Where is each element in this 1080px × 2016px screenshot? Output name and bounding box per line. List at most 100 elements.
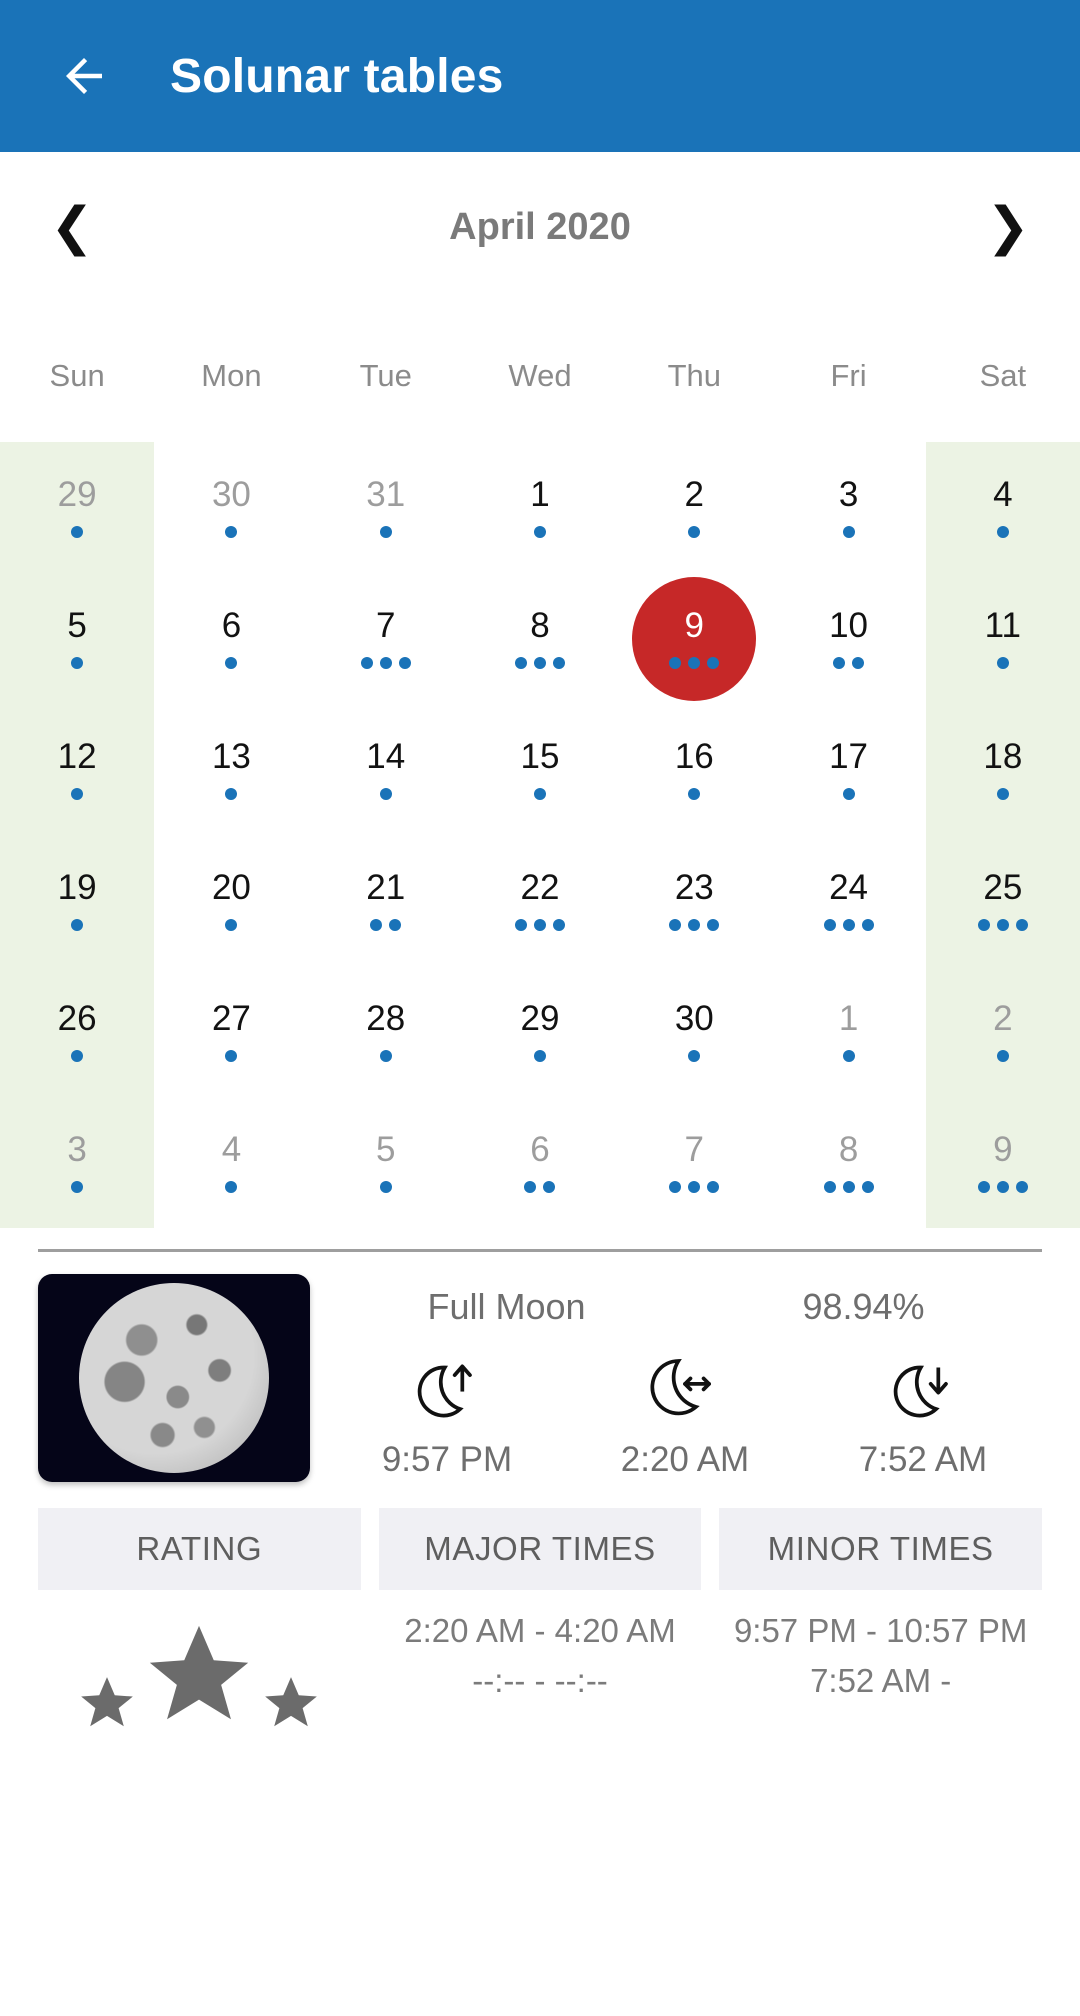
calendar-day-cell[interactable]: 4 [925,442,1080,573]
calendar-day-cell[interactable]: 2 [617,442,771,573]
activity-dots [225,918,238,932]
activity-dot [533,1049,546,1062]
activity-dot [707,656,720,669]
weekday-label-tue: Tue [359,358,412,393]
star-icon [150,1625,249,1720]
activity-dot [996,656,1009,669]
calendar-day-cell[interactable]: 14 [309,704,463,835]
calendar-day-cell[interactable]: 31 [309,442,463,573]
calendar-day-cell[interactable]: 21 [309,835,463,966]
calendar-day-cell[interactable]: 10 [771,573,925,704]
calendar-day-cell[interactable]: 7 [617,1097,771,1228]
calendar-day-cell[interactable]: 30 [617,966,771,1097]
minor-time-row: 7:52 AM - [810,1662,952,1700]
day-number: 24 [829,867,869,907]
calendar-day-cell[interactable]: 25 [925,835,1080,966]
moon-illumination-value: 98.94% [802,1286,925,1327]
day-number: 5 [375,1129,396,1169]
month-switcher: ❮ April 2020 ❯ [0,162,1080,292]
solunar-tables: RATING MAJOR TIMES 2:20 AM - 4:20 AM --:… [0,1482,1080,1734]
rating-column: RATING [38,1508,361,1734]
day-number: 9 [993,1129,1013,1169]
calendar-day-cell[interactable]: 2 [925,966,1080,1097]
activity-dot [379,656,392,669]
calendar-day-cell[interactable]: 18 [925,704,1080,835]
next-month-button[interactable]: ❯ [978,201,1038,253]
calendar-day-cell[interactable]: 28 [309,966,463,1097]
moon-info-section: Full Moon 98.94% 9:57 PM 2:20 AM 7:52 AM [0,1252,1080,1482]
calendar-day-cell[interactable]: 6 [154,573,308,704]
calendar-day-cell[interactable]: 9 [617,573,771,704]
activity-dot [514,656,527,669]
calendar-day-cell[interactable]: 15 [463,704,617,835]
activity-dot [389,918,402,931]
calendar-day-cell[interactable]: 8 [463,573,617,704]
day-number: 25 [983,867,1023,907]
calendar-day-cell[interactable]: 13 [154,704,308,835]
day-number: 29 [520,998,560,1038]
calendar-day-cell[interactable]: 4 [154,1097,308,1228]
calendar-day-cell[interactable]: 26 [0,966,155,1097]
calendar-day-cell[interactable]: 20 [154,835,308,966]
moon-disc [79,1283,269,1473]
calendar-day-cell[interactable]: 29 [0,442,155,573]
calendar-day-cell[interactable]: 24 [771,835,925,966]
activity-dots [688,787,701,801]
activity-dots [533,1049,546,1063]
calendar-day-cell[interactable]: 9 [925,1097,1080,1228]
calendar-day-cell[interactable]: 30 [154,442,308,573]
calendar-day-cell[interactable]: 12 [0,704,155,835]
calendar-day-cell[interactable]: 5 [309,1097,463,1228]
moonrise-time: 9:57 PM [381,1440,513,1479]
activity-dot [861,1180,874,1193]
day-number: 31 [366,474,406,514]
activity-dots [842,525,855,539]
day-number: 15 [520,736,560,776]
activity-dot [71,787,84,800]
calendar-day-cell[interactable]: 6 [463,1097,617,1228]
calendar-day-cell[interactable]: 5 [0,573,155,704]
activity-dot [543,1180,556,1193]
calendar-day-cell[interactable]: 19 [0,835,155,966]
prev-month-button[interactable]: ❮ [42,201,102,253]
activity-dots [977,918,1028,932]
moonrise-block: 9:57 PM [328,1350,566,1480]
activity-dot [707,918,720,931]
calendar-day-cell[interactable]: 3 [0,1097,155,1228]
day-number: 11 [984,605,1022,645]
weekday-label-fri: Fri [830,358,867,393]
calendar-day-cell[interactable]: 11 [925,573,1080,704]
activity-dots [977,1180,1028,1194]
activity-dot [370,918,383,931]
calendar-day-cell[interactable]: 16 [617,704,771,835]
activity-dot [379,787,392,800]
day-number: 4 [993,474,1013,514]
calendar-day-cell[interactable]: 22 [463,835,617,966]
back-button[interactable] [48,40,120,112]
calendar-day-cell[interactable]: 1 [463,442,617,573]
calendar-day-cell[interactable]: 17 [771,704,925,835]
calendar-day-cell[interactable]: 3 [771,442,925,573]
calendar-day-cell[interactable]: 1 [771,966,925,1097]
day-number: 30 [211,474,251,514]
activity-dots [225,525,238,539]
calendar-grid: 29 30 31 1 2 3 4 5 6 7 8 9 10 11 12 13 14 15 16 17 18 19 20 21 2… [0,442,1080,1228]
calendar-day-cell[interactable]: 23 [617,835,771,966]
day-number: 16 [674,736,714,776]
activity-dots [524,1180,556,1194]
activity-dots [225,1180,238,1194]
calendar-day-cell[interactable]: 8 [771,1097,925,1228]
day-number: 13 [211,736,251,776]
day-number: 8 [838,1129,859,1169]
day-number: 9 [684,605,705,645]
calendar-day-cell[interactable]: 29 [463,966,617,1097]
activity-dots [669,918,720,932]
weekday-label-mon: Mon [201,358,262,393]
calendar-day-cell[interactable]: 27 [154,966,308,1097]
day-number: 3 [67,1129,87,1169]
activity-dots [370,918,402,932]
activity-dot [71,918,84,931]
activity-dots [379,787,392,801]
calendar-day-cell[interactable]: 7 [309,573,463,704]
weekday-label-thu: Thu [667,358,721,393]
